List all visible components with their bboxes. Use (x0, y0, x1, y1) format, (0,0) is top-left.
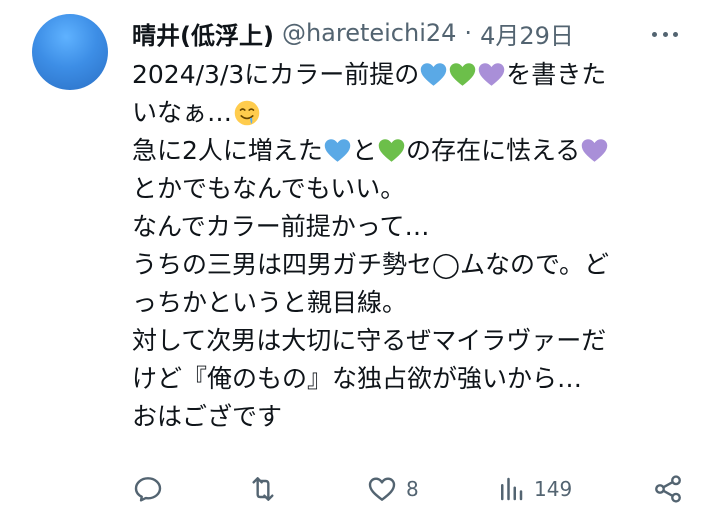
tweet-text-segment: 2024/3/3にカラー前提の (132, 60, 420, 89)
blue-heart-emoji (421, 63, 447, 86)
purple-heart-emoji (479, 63, 505, 86)
tweet-line: とかでもなんでもいい。 (132, 174, 406, 203)
tweet-text: 2024/3/3にカラー前提の を書きた いなぁ… 急に2人に増えたとの存在に怯え… (132, 56, 692, 436)
green-heart-emoji (450, 63, 476, 86)
more-options-icon[interactable] (652, 24, 678, 44)
like-count: 8 (406, 477, 419, 501)
heart-icon (368, 477, 396, 501)
blue-heart-emoji (324, 139, 351, 162)
user-handle[interactable]: @hareteichi24 (282, 19, 456, 47)
tweet-line: おはござです (132, 402, 283, 431)
tweet-line: 対して次男は大切に守るぜマイラヴァーだ (132, 326, 607, 355)
tweet-text-segment: の存在に怯える (405, 136, 581, 165)
tweet-text-segment: いなぁ… (132, 98, 233, 127)
share-icon (655, 475, 681, 503)
tweet-line: 2024/3/3にカラー前提の を書きた (132, 56, 692, 94)
tweet-line: っちかというと親目線。 (132, 288, 408, 317)
reply-icon (134, 477, 162, 502)
tweet-line: なんでカラー前提かって… (132, 212, 430, 241)
tweet-line: 急に2人に増えたとの存在に怯える (132, 132, 692, 170)
separator-dot: · (464, 19, 473, 47)
tweet[interactable]: 晴井(低浮上) @hareteichi24 · 4月29日 2024/3/3にカ… (0, 0, 720, 528)
drooling-face-emoji (234, 100, 260, 126)
tweet-text-segment: を書きた (506, 60, 607, 89)
tweet-line: うちの三男は四男ガチ勢セ◯ムなので。ど (132, 250, 609, 279)
like-button[interactable]: 8 (366, 470, 419, 508)
display-name[interactable]: 晴井(低浮上) (132, 16, 274, 51)
views-button[interactable]: 149 (496, 470, 572, 508)
tweet-actions: 8 149 (132, 470, 688, 508)
tweet-date[interactable]: 4月29日 (480, 16, 574, 51)
share-button[interactable] (652, 470, 684, 508)
views-count: 149 (534, 477, 573, 501)
green-heart-emoji (378, 139, 405, 162)
tweet-text-segment: 急に2人に増えた (132, 136, 323, 165)
retweet-button[interactable] (246, 470, 280, 508)
retweet-icon (252, 477, 274, 501)
views-icon (501, 477, 523, 501)
tweet-line: けど『俺のもの』な独占欲が強いから… (132, 364, 583, 393)
tweet-line: いなぁ… (132, 94, 692, 132)
purple-heart-emoji (581, 139, 608, 162)
reply-button[interactable] (132, 470, 164, 508)
tweet-header: 晴井(低浮上) @hareteichi24 · 4月29日 (132, 16, 574, 50)
tweet-text-segment: と (351, 136, 377, 165)
avatar[interactable] (32, 14, 108, 90)
